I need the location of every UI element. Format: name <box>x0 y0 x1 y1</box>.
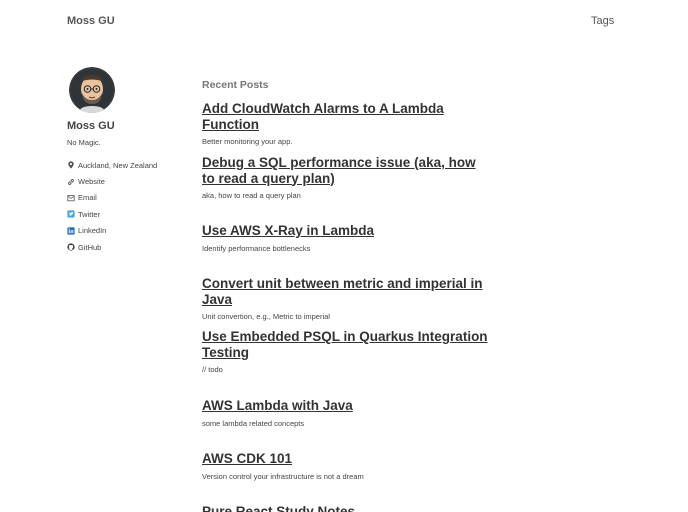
location-text: Auckland, New Zealand <box>78 160 158 170</box>
author-links: Auckland, New Zealand Website Email Twit… <box>67 157 157 255</box>
website-link[interactable]: Website <box>78 177 105 186</box>
post-excerpt: Identify performance bottlenecks <box>202 243 311 253</box>
email-link[interactable]: Email <box>78 193 97 202</box>
site-title-link[interactable]: Moss GU <box>67 15 115 27</box>
post-title-link[interactable]: AWS Lambda with Java <box>202 398 492 414</box>
post-item: AWS Lambda with Java some lambda related… <box>202 398 492 428</box>
post-title-link[interactable]: Add CloudWatch Alarms to A Lambda Functi… <box>202 101 492 132</box>
linkedin-link[interactable]: LinkedIn <box>78 226 106 235</box>
map-pin-icon <box>67 161 75 169</box>
link-location: Auckland, New Zealand <box>67 157 157 173</box>
link-linkedin[interactable]: LinkedIn <box>67 223 157 239</box>
post-title-link[interactable]: Pure React Study Notes <box>202 504 492 512</box>
post-excerpt: Better monitoring your app. <box>202 137 293 146</box>
link-email[interactable]: Email <box>67 190 157 206</box>
author-name: Moss GU <box>67 120 115 132</box>
post-item: Pure React Study Notes <box>202 504 492 512</box>
author-bio: No Magic. <box>67 138 101 147</box>
post-item: Debug a SQL performance issue (aka, how … <box>202 155 492 200</box>
post-item: Use Embedded PSQL in Quarkus Integration… <box>202 329 492 374</box>
post-title-link[interactable]: AWS CDK 101 <box>202 451 492 467</box>
linkedin-icon <box>67 227 75 235</box>
post-item: AWS CDK 101 Version control your infrast… <box>202 451 492 481</box>
avatar <box>69 67 115 113</box>
recent-posts-heading: Recent Posts <box>202 79 269 91</box>
mail-icon <box>67 194 75 202</box>
post-excerpt: Unit convertion, e.g., Metric to imperia… <box>202 312 330 321</box>
post-title-link[interactable]: Debug a SQL performance issue (aka, how … <box>202 155 492 186</box>
post-excerpt: aka, how to read a query plan <box>202 191 301 200</box>
post-excerpt: Version control your infrastructure is n… <box>202 471 364 481</box>
post-title-link[interactable]: Convert unit between metric and imperial… <box>202 276 492 307</box>
link-icon <box>67 178 75 186</box>
post-excerpt: // todo <box>202 365 223 374</box>
post-excerpt: some lambda related concepts <box>202 418 305 428</box>
github-link[interactable]: GitHub <box>78 243 101 252</box>
link-github[interactable]: GitHub <box>67 239 157 255</box>
post-title-link[interactable]: Use AWS X-Ray in Lambda <box>202 223 492 239</box>
twitter-link[interactable]: Twitter <box>78 210 100 219</box>
github-icon <box>67 243 75 251</box>
nav-tags-link[interactable]: Tags <box>591 15 614 27</box>
post-item: Add CloudWatch Alarms to A Lambda Functi… <box>202 101 492 146</box>
twitter-icon <box>67 210 75 218</box>
link-twitter[interactable]: Twitter <box>67 206 157 222</box>
post-item: Convert unit between metric and imperial… <box>202 276 492 321</box>
post-title-link[interactable]: Use Embedded PSQL in Quarkus Integration… <box>202 329 492 360</box>
post-item: Use AWS X-Ray in Lambda Identify perform… <box>202 223 492 253</box>
link-website[interactable]: Website <box>67 173 157 189</box>
